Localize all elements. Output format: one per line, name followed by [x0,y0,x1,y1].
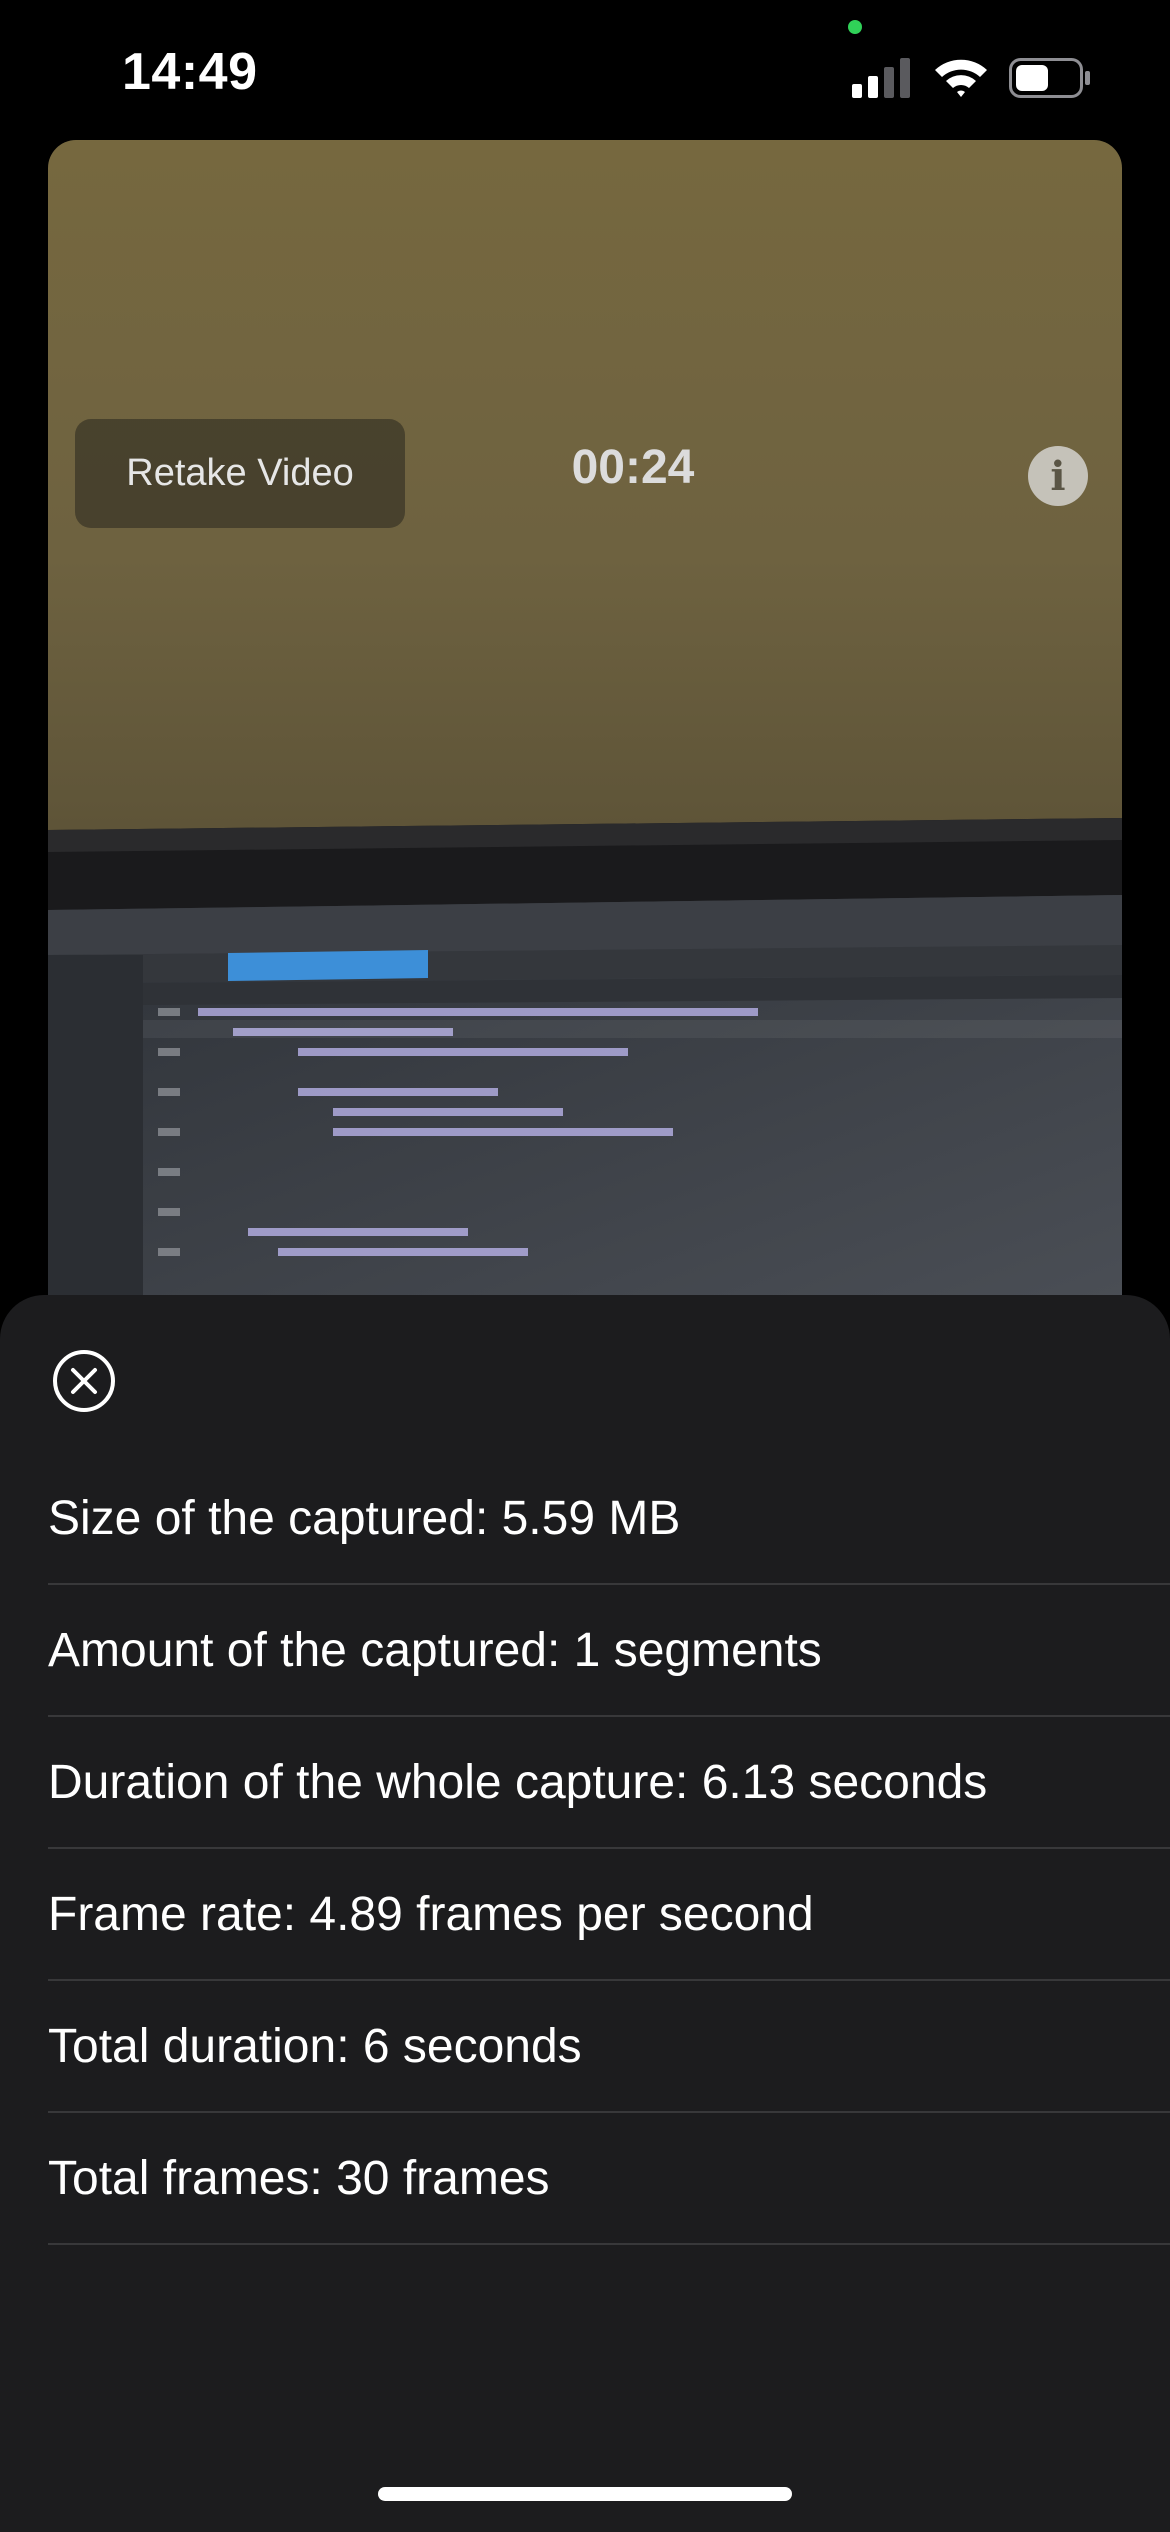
info-icon[interactable]: i [1028,446,1088,506]
privacy-indicator-dot [848,20,862,34]
info-row-label: Total frames: 30 frames [48,2151,550,2205]
info-row-captured-size: Size of the captured: 5.59 MB [48,1453,1170,1585]
info-row-frame-rate: Frame rate: 4.89 frames per second [48,1849,1170,1981]
camera-preview: Retake Video 00:24 i [48,140,1122,1300]
info-row-total-duration: Total duration: 6 seconds [48,1981,1170,2113]
info-row-capture-duration: Duration of the whole capture: 6.13 seco… [48,1717,1170,1849]
info-row-label: Amount of the captured: 1 segments [48,1623,822,1677]
info-row-total-frames: Total frames: 30 frames [48,2113,1170,2245]
retake-video-button[interactable]: Retake Video [75,419,405,528]
battery-icon [1009,58,1090,98]
wifi-icon [935,59,987,97]
info-row-label: Size of the captured: 5.59 MB [48,1491,681,1545]
info-glyph: i [1050,452,1066,500]
info-row-label: Total duration: 6 seconds [48,2019,582,2073]
status-time: 14:49 [122,43,258,101]
info-row-label: Duration of the whole capture: 6.13 seco… [48,1755,988,1809]
home-indicator[interactable] [378,2487,792,2501]
status-bar: 14:49 [0,0,1170,140]
info-row-segment-count: Amount of the captured: 1 segments [48,1585,1170,1717]
capture-info-list: Size of the captured: 5.59 MB Amount of … [48,1453,1170,2245]
recording-timer: 00:24 [571,441,695,494]
camera-feed-image [48,140,1122,1300]
info-row-label: Frame rate: 4.89 frames per second [48,1887,814,1941]
cellular-signal-icon [852,58,910,98]
capture-info-sheet: Size of the captured: 5.59 MB Amount of … [0,1295,1170,2532]
close-circle-icon[interactable] [52,1349,116,1413]
